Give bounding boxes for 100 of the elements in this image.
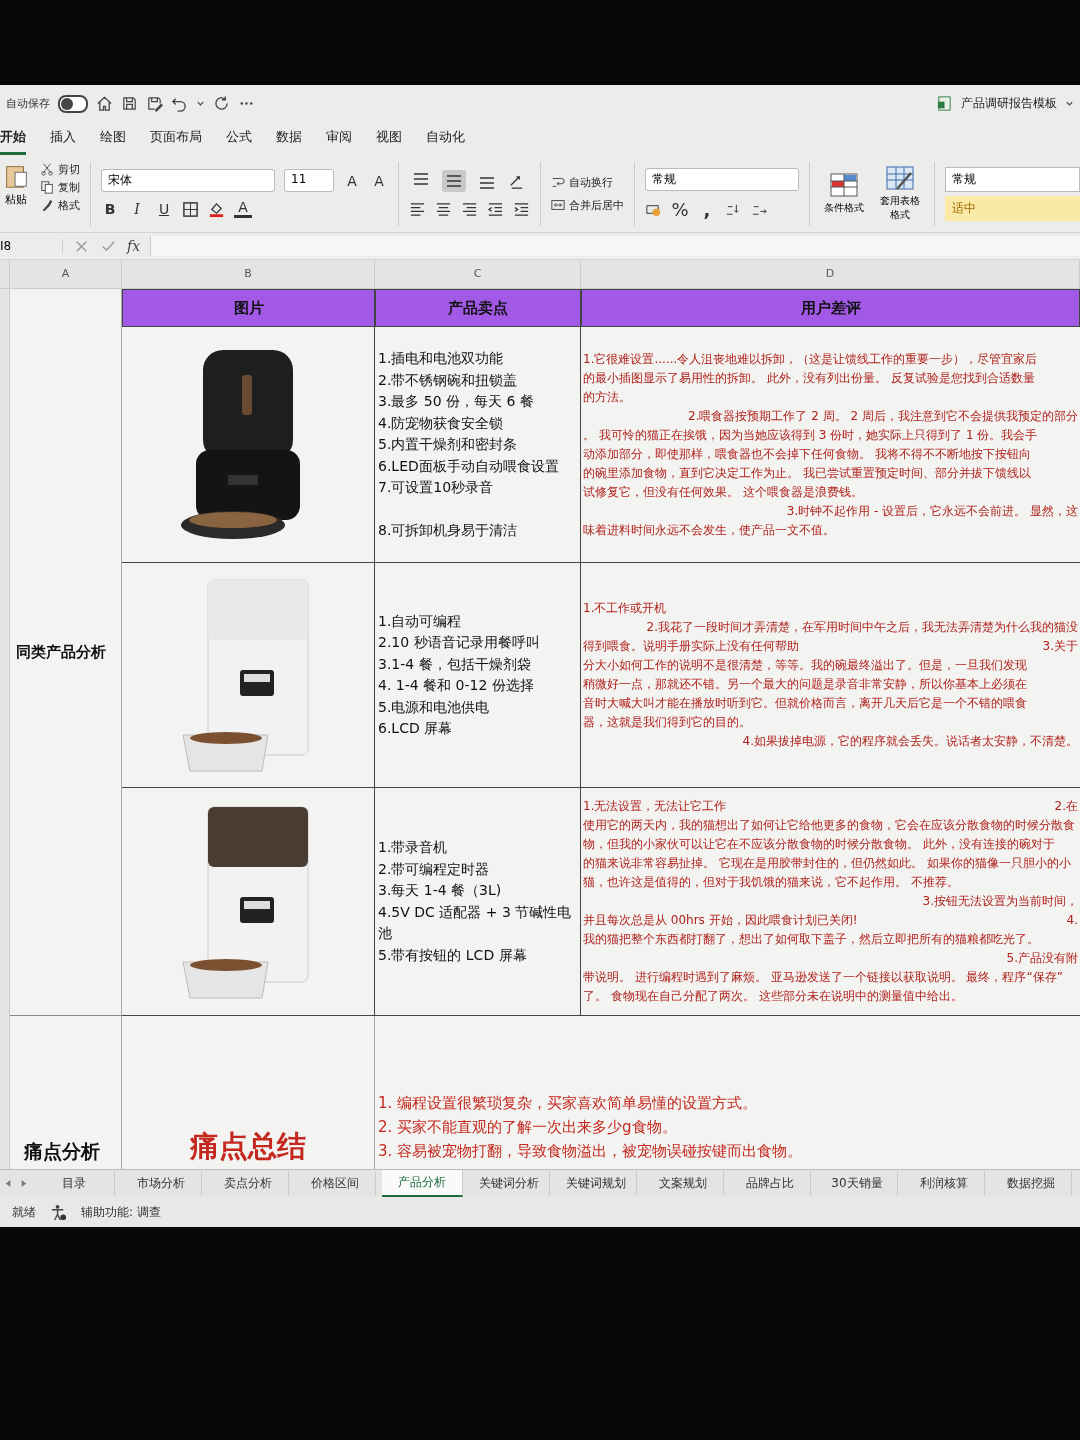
autosave-toggle[interactable] bbox=[58, 94, 88, 113]
review-text: 。 我可怜的猫正在挨饿，因为当她应该得到 3 份时，她实际上只得到了 1 份。我会手 bbox=[583, 426, 1038, 444]
home-icon[interactable] bbox=[96, 95, 113, 112]
sheet-tab[interactable]: 文案规划 bbox=[643, 1171, 724, 1196]
copy-button[interactable]: 复制 bbox=[40, 179, 80, 195]
sheet-tab[interactable]: 价格区间 bbox=[295, 1171, 376, 1196]
italic-button[interactable]: I bbox=[128, 201, 146, 217]
selling-point: 3.最多 50 份，每天 6 餐 bbox=[378, 392, 534, 411]
cell-style-swatch[interactable]: 常规 bbox=[945, 166, 1080, 192]
font-name-field[interactable]: 宋体 bbox=[101, 169, 275, 192]
save-edit-icon[interactable] bbox=[146, 95, 163, 112]
selling-point: 2.10 秒语音记录用餐呼叫 bbox=[378, 633, 540, 652]
number-format-field[interactable]: 常规 bbox=[645, 167, 799, 191]
ribbon-tab[interactable]: 插入 bbox=[50, 122, 76, 155]
comma-button[interactable]: , bbox=[698, 198, 716, 220]
increase-indent-icon[interactable] bbox=[513, 200, 530, 217]
scroll-right-icon[interactable] bbox=[19, 1179, 28, 1188]
refresh-icon[interactable] bbox=[213, 95, 230, 112]
bold-button[interactable]: B bbox=[101, 201, 119, 217]
align-center-icon[interactable] bbox=[435, 200, 452, 217]
group-label: 同类产品分析 bbox=[16, 642, 106, 662]
accessibility-status[interactable]: 辅助功能: 调查 bbox=[81, 1203, 161, 1221]
pain-title: 痛点总结 bbox=[190, 1128, 306, 1165]
scroll-left-icon[interactable] bbox=[4, 1179, 13, 1188]
align-icon bbox=[446, 173, 462, 189]
align-left-icon[interactable] bbox=[409, 200, 426, 217]
review-text: 试修复它，但没有任何效果。 这个喂食器是浪费钱。 bbox=[583, 483, 863, 501]
sheet-tab[interactable]: 品牌占比 bbox=[730, 1171, 811, 1196]
percent-button[interactable]: % bbox=[671, 198, 689, 220]
sheet-tab[interactable]: 数据挖掘 bbox=[991, 1171, 1072, 1196]
sheet-tab[interactable]: 关键词分析 bbox=[469, 1171, 550, 1196]
ribbon-tab[interactable]: 页面布局 bbox=[150, 122, 202, 155]
review-text: 2.在 bbox=[1054, 798, 1078, 815]
review-text: 得到喂食。说明手册实际上没有任何帮助 bbox=[583, 638, 799, 655]
review-text: 物，但我的小家伙可以让它在不应该分散食物的时候分散食物。 此外，没有连接的碗对于 bbox=[583, 836, 1055, 853]
grow-font-button[interactable]: A bbox=[343, 172, 361, 189]
merge-center-button[interactable]: 合并后居中 bbox=[551, 197, 624, 213]
sheet-tab[interactable]: 关键词规划 bbox=[556, 1171, 637, 1196]
pain-label: 痛点分析 bbox=[24, 1139, 100, 1164]
pain-point: 2. 买家不能直观的了解一次出来多少g食物。 bbox=[378, 1117, 678, 1138]
conditional-format-button[interactable]: 条件格式 bbox=[820, 172, 868, 215]
review-text: 4.如果拔掉电源，它的程序就会丢失。说话者太安静，不清楚。 bbox=[742, 733, 1078, 750]
format-painter-button[interactable]: 格式 bbox=[40, 197, 80, 213]
review-text: 5.产品没有附 bbox=[1006, 950, 1078, 967]
selling-point: 1.自动可编程 bbox=[378, 611, 462, 631]
selling-point: 2.带可编程定时器 bbox=[378, 859, 490, 879]
ribbon-tab[interactable]: 公式 bbox=[226, 122, 252, 155]
selling-point: 1.带录音机 bbox=[378, 838, 448, 857]
sheet-tab[interactable]: 利润核算 bbox=[904, 1171, 985, 1196]
ribbon-tab[interactable]: 自动化 bbox=[426, 122, 465, 155]
selling-point: 6.LED面板手动自动喂食设置 bbox=[378, 456, 559, 476]
insert-function-button[interactable]: fx bbox=[127, 238, 141, 254]
cut-button[interactable]: 剪切 bbox=[40, 161, 80, 177]
column-header[interactable]: B bbox=[122, 260, 375, 289]
align-button[interactable] bbox=[442, 170, 466, 192]
column-header[interactable]: C bbox=[375, 260, 581, 289]
save-icon[interactable] bbox=[121, 95, 138, 112]
name-box[interactable]: I8 bbox=[0, 239, 63, 253]
sheet-tab[interactable]: 市场分析 bbox=[121, 1171, 202, 1196]
status-text: 就绪 bbox=[12, 1203, 36, 1221]
ribbon-tab[interactable]: 绘图 bbox=[100, 122, 126, 155]
underline-button[interactable]: U bbox=[155, 201, 173, 217]
fill-color-icon[interactable] bbox=[208, 200, 225, 218]
sheet-tab[interactable]: 目录 bbox=[34, 1171, 115, 1196]
table-format-button[interactable]: 套用表格格式 bbox=[876, 165, 924, 222]
review-text: 的猫来说非常容易扯掉。 它现在是用胶带封住的，但仍然如此。 如果你的猫像一只胆小的小 bbox=[583, 855, 1071, 872]
wrap-text-button[interactable]: 自动换行 bbox=[551, 174, 624, 190]
document-title[interactable]: 产品调研报告模板 bbox=[961, 95, 1057, 112]
sheet-tab[interactable]: 30天销量 bbox=[817, 1171, 898, 1196]
decrease-indent-icon[interactable] bbox=[487, 200, 504, 217]
shrink-font-button[interactable]: A bbox=[370, 172, 388, 189]
header-cell: 用户差评 bbox=[581, 289, 1080, 327]
align-right-icon[interactable] bbox=[461, 200, 478, 217]
ribbon-tab[interactable]: 审阅 bbox=[326, 122, 352, 155]
pain-point: 1. 编程设置很繁琐复杂，买家喜欢简单易懂的设置方式。 bbox=[378, 1093, 759, 1114]
selling-point: 5.带有按钮的 LCD 屏幕 bbox=[378, 945, 527, 965]
review-text: 的方法。 bbox=[583, 388, 631, 406]
font-size-field[interactable]: 11 bbox=[284, 169, 334, 192]
caret-icon[interactable] bbox=[196, 99, 205, 108]
formula-input[interactable] bbox=[150, 236, 1080, 256]
caret-icon[interactable] bbox=[1065, 99, 1074, 108]
ribbon-tab[interactable]: 视图 bbox=[376, 122, 402, 155]
sheet-tab[interactable]: 产品分析 bbox=[382, 1170, 463, 1197]
column-header[interactable]: A bbox=[10, 260, 122, 289]
conditional-format-icon bbox=[829, 172, 859, 198]
ribbon-tab[interactable]: 数据 bbox=[276, 122, 302, 155]
table-format-icon bbox=[885, 165, 915, 191]
header-cell: 产品卖点 bbox=[375, 289, 581, 327]
review-text: 了。 食物现在自己分配了两次。 这些部分未在说明中的测量值中给出。 bbox=[583, 988, 963, 1005]
cell-style-swatch[interactable]: 适中 bbox=[945, 195, 1080, 221]
selling-point: 4.5V DC 适配器 + 3 节碱性电池 bbox=[378, 902, 573, 943]
selling-point: 3.每天 1-4 餐（3L) bbox=[378, 881, 502, 900]
column-header[interactable]: D bbox=[581, 260, 1080, 289]
copy-icon bbox=[40, 180, 54, 194]
borders-icon[interactable] bbox=[182, 200, 199, 218]
sheet-tab[interactable]: 卖点分析 bbox=[208, 1171, 289, 1196]
accessibility-icon[interactable] bbox=[50, 1203, 67, 1221]
ribbon-tab[interactable]: 开始 bbox=[0, 122, 26, 155]
font-color-button[interactable]: A bbox=[234, 200, 252, 218]
paste-button[interactable]: 粘贴 bbox=[2, 161, 30, 226]
